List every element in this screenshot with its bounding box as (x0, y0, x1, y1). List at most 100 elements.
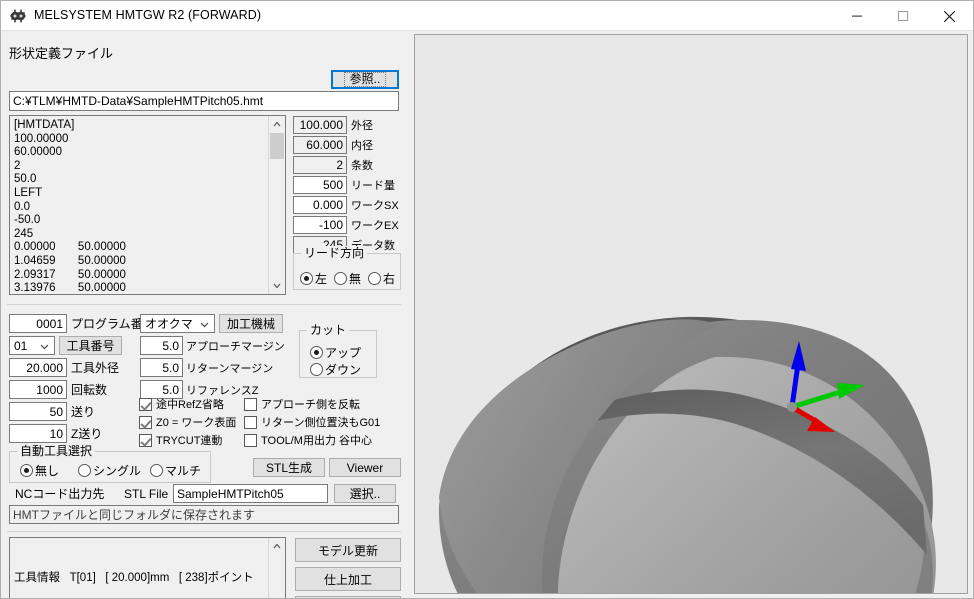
spindle-speed-value: 1000 (36, 383, 63, 397)
lead-direction-option-label-0: 左 (315, 270, 327, 287)
viewport-panel (409, 31, 973, 599)
info-line-1: 工具情報 T[01] [ 20.000]mm [ 238]ポイント (14, 571, 268, 585)
option-checkbox-left-1[interactable]: Z0 = ワーク表面 (139, 414, 236, 430)
divider-1 (7, 304, 401, 305)
option-checkbox-left-0[interactable]: 途中RefZ省略 (139, 396, 224, 412)
update-model-button[interactable]: モデル更新 (295, 538, 401, 562)
browse-button[interactable]: 参照.. (331, 70, 399, 89)
param-input-0: 100.000 (293, 116, 347, 134)
radio-indicator (150, 464, 163, 477)
lead-direction-title: リード方向 (301, 246, 367, 260)
viewer-button[interactable]: Viewer (329, 458, 401, 477)
param-input-3[interactable]: 500 (293, 176, 347, 194)
tool-number-combo[interactable]: 01 (9, 336, 55, 355)
auto-tool-option-0[interactable]: 無し (20, 462, 59, 479)
gears-icon (10, 8, 26, 24)
stl-file-label: STL File (124, 487, 168, 501)
stl-file-input[interactable]: SampleHMTPitch05 (173, 484, 328, 503)
stl-generate-button[interactable]: STL生成 (253, 458, 325, 477)
radio-indicator (78, 464, 91, 477)
param-label-0: 外径 (351, 119, 373, 133)
machine-button[interactable]: 加工機械 (219, 314, 283, 333)
minimize-button[interactable] (834, 1, 880, 31)
lead-direction-option-label-1: 無 (349, 270, 361, 287)
param-input-2: 2 (293, 156, 347, 174)
finish-machining-button-label: 仕上加工 (324, 571, 372, 588)
cut-option-label-1: ダウン (325, 361, 361, 378)
option-checkbox-left-2[interactable]: TRYCUT連動 (139, 432, 222, 448)
finish-machining-button[interactable]: 仕上加工 (295, 567, 401, 591)
tool-diameter-input[interactable]: 20.000 (9, 358, 67, 377)
lead-direction-option-2[interactable]: 右 (368, 270, 395, 287)
shape-file-path-input[interactable]: C:¥TLM¥HMTD-Data¥SampleHMTPitch05.hmt (9, 91, 399, 111)
auto-tool-option-1[interactable]: シングル (78, 462, 141, 479)
auto-tool-option-2[interactable]: マルチ (150, 462, 201, 479)
maximize-icon (897, 10, 909, 22)
info-textarea[interactable]: 工具情報 T[01] [ 20.000]mm [ 238]ポイント 干渉 [0]… (9, 537, 286, 599)
return-margin-input[interactable]: 5.0 (140, 358, 183, 377)
option-checkbox-right-2[interactable]: TOOL/M用出力 谷中心 (244, 432, 372, 448)
machine-select-combo[interactable]: オオクマ (140, 314, 215, 333)
lead-direction-option-1[interactable]: 無 (334, 270, 361, 287)
close-button[interactable] (926, 1, 972, 31)
folder-note-text: HMTファイルと同じフォルダに保存されます (13, 506, 255, 523)
folder-note-field: HMTファイルと同じフォルダに保存されます (9, 505, 399, 524)
radio-indicator (310, 346, 323, 359)
left-controls-panel: 形状定義ファイル 参照.. C:¥TLM¥HMTD-Data¥SampleHMT… (1, 31, 409, 599)
checkbox-indicator (139, 398, 152, 411)
return-margin-value: 5.0 (162, 361, 179, 375)
lead-direction-option-label-2: 右 (383, 270, 395, 287)
select-folder-button[interactable]: 選択.. (334, 484, 396, 503)
option-checkbox-left-label-1: Z0 = ワーク表面 (156, 414, 236, 430)
browse-button-label: 参照.. (344, 72, 387, 87)
option-checkbox-right-0[interactable]: アプローチ側を反転 (244, 396, 360, 412)
close-icon (943, 10, 956, 23)
program-number-value: 0001 (36, 317, 63, 331)
radio-indicator (300, 272, 313, 285)
tool-diameter-value: 20.000 (26, 361, 63, 375)
approach-margin-value: 5.0 (162, 339, 179, 353)
param-label-4: ワークSX (351, 199, 399, 213)
window-title: MELSYSTEM HMTGW R2 (FORWARD) (34, 8, 261, 22)
return-margin-label: リターンマージン (186, 362, 273, 376)
spindle-speed-input[interactable]: 1000 (9, 380, 67, 399)
maximize-button[interactable] (880, 1, 926, 31)
checkbox-indicator (244, 416, 257, 429)
auto-tool-group: 自動工具選択 無しシングルマルチ (9, 451, 211, 483)
scrollbar-thumb[interactable] (270, 133, 284, 159)
program-number-input[interactable]: 0001 (9, 314, 67, 333)
info-scrollbar[interactable] (268, 538, 285, 599)
param-value-1: 60.000 (306, 138, 343, 152)
scroll-up-icon[interactable] (269, 116, 285, 132)
z-feed-value: 10 (50, 427, 63, 441)
param-input-1: 60.000 (293, 136, 347, 154)
param-input-4[interactable]: 0.000 (293, 196, 347, 214)
nc-output-label: NCコード出力先 (15, 487, 104, 501)
tool-diameter-label: 工具外径 (71, 361, 119, 375)
update-model-button-label: モデル更新 (318, 542, 378, 559)
application-window: MELSYSTEM HMTGW R2 (FORWARD) 形状定義ファイル 参照… (0, 0, 974, 599)
z-feed-input[interactable]: 10 (9, 424, 67, 443)
hmt-data-scrollbar[interactable] (268, 116, 285, 294)
checkbox-indicator (139, 434, 152, 447)
option-checkbox-right-label-1: リターン側位置決もG01 (261, 414, 380, 430)
tool-number-button[interactable]: 工具番号 (59, 336, 122, 355)
option-checkbox-right-1[interactable]: リターン側位置決もG01 (244, 414, 380, 430)
scroll-down-icon[interactable] (269, 278, 285, 294)
checkbox-indicator (244, 434, 257, 447)
hmt-data-textarea[interactable]: [HMTDATA] 100.00000 60.00000 2 50.0 LEFT… (9, 115, 286, 295)
cut-option-0[interactable]: アップ (310, 344, 361, 361)
viewer-button-label: Viewer (347, 461, 383, 475)
lead-direction-option-0[interactable]: 左 (300, 270, 327, 287)
cut-option-1[interactable]: ダウン (310, 361, 361, 378)
param-input-5[interactable]: -100 (293, 216, 347, 234)
z-feed-label: Z送り (71, 427, 102, 441)
param-label-2: 条数 (351, 159, 373, 173)
option-checkbox-left-label-2: TRYCUT連動 (156, 432, 222, 448)
3d-viewport[interactable] (414, 34, 968, 594)
feed-input[interactable]: 50 (9, 402, 67, 421)
stl-generate-button-label: STL生成 (266, 459, 312, 476)
approach-margin-input[interactable]: 5.0 (140, 336, 183, 355)
gear-model-render (415, 35, 967, 593)
scroll-up-icon[interactable] (269, 538, 285, 554)
